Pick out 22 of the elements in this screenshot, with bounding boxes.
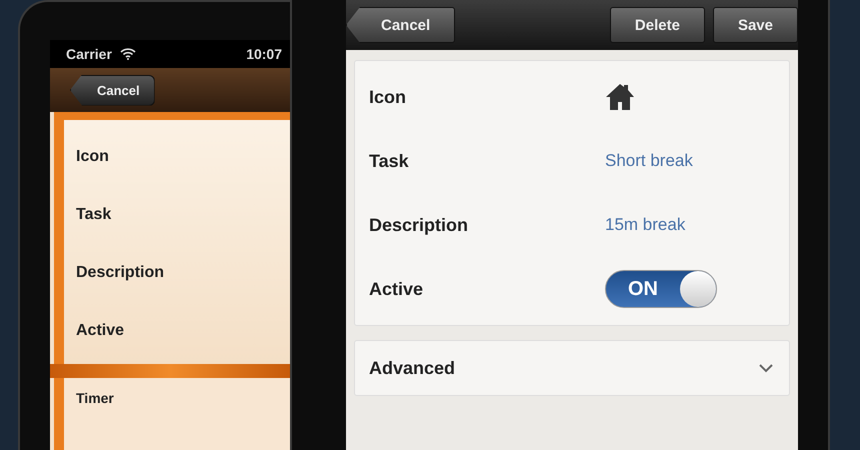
house-icon[interactable] xyxy=(605,83,635,111)
advanced-row[interactable]: Advanced xyxy=(354,340,790,396)
toggle-switch[interactable]: ON xyxy=(605,270,717,308)
field-label: Task xyxy=(369,150,410,172)
wifi-icon xyxy=(120,48,136,60)
row-label: Icon xyxy=(75,147,110,167)
cancel-button[interactable]: Cancel xyxy=(346,7,456,43)
nav-button[interactable]: Save xyxy=(712,7,798,43)
row-label: Task xyxy=(75,205,112,225)
row-label: Description xyxy=(75,263,166,283)
carrier-label: Carrier xyxy=(66,46,112,62)
field-label: Icon xyxy=(369,86,408,108)
field-label: Description xyxy=(369,214,470,236)
field-value[interactable]: 15m break xyxy=(605,215,686,235)
cancel-button[interactable]: Cancel xyxy=(70,74,155,106)
field-label: Active xyxy=(369,278,424,300)
section-label: Timer xyxy=(75,389,115,406)
field-value[interactable]: Short break xyxy=(605,151,693,171)
row-label: Active xyxy=(75,321,126,341)
nav-button[interactable]: Delete xyxy=(610,7,705,43)
chevron-down-icon xyxy=(759,364,773,372)
clock-time: 10:07 xyxy=(246,46,282,62)
